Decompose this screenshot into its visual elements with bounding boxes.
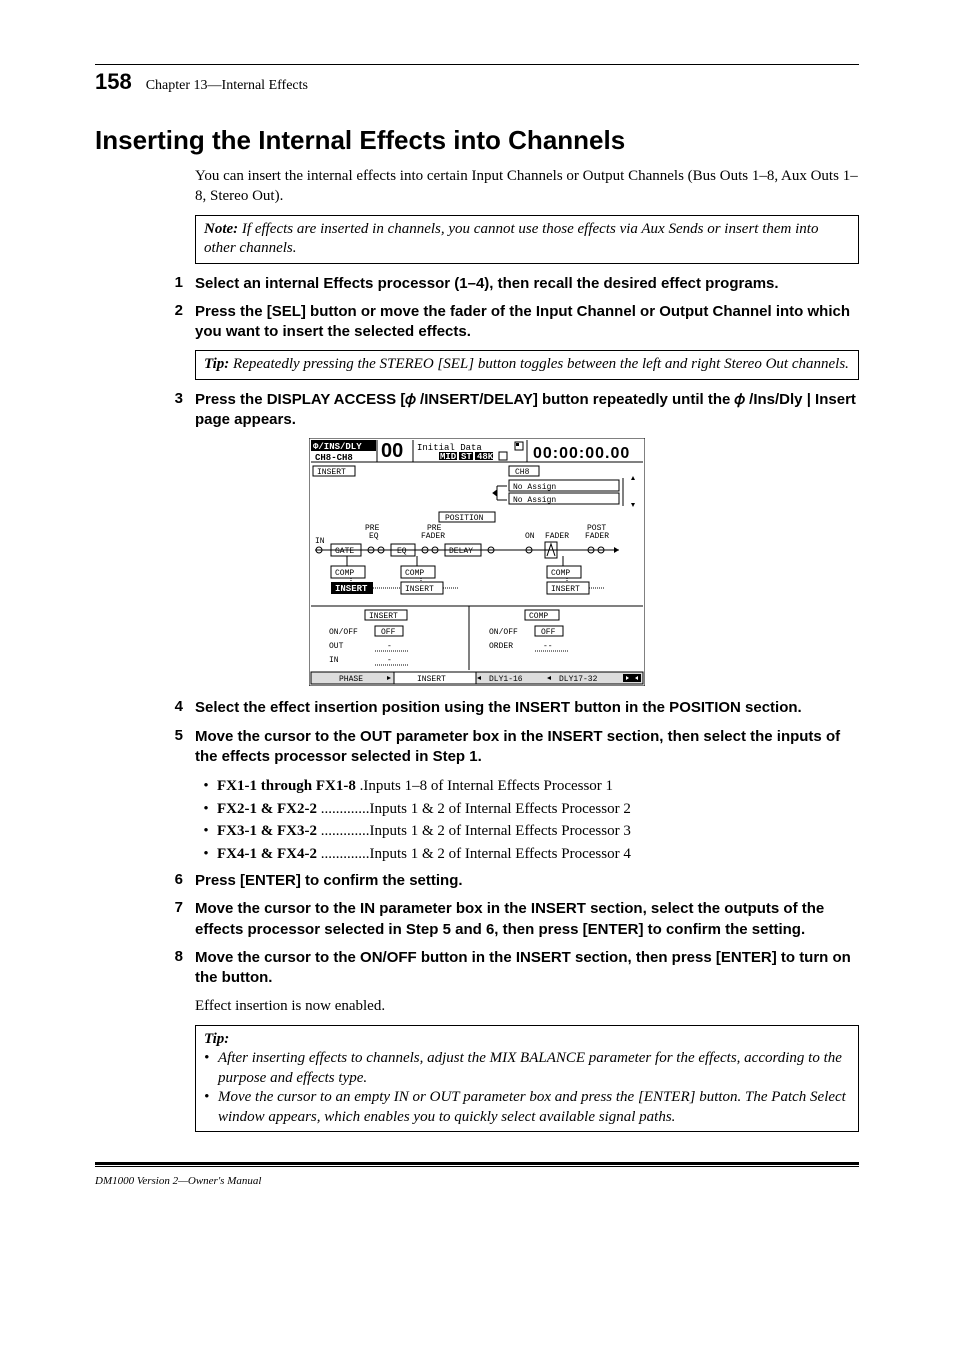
- svg-text:INSERT: INSERT: [405, 585, 434, 594]
- svg-text:IN: IN: [329, 656, 339, 665]
- svg-text:MIDI: MIDI: [440, 452, 462, 462]
- step-number: 1: [95, 274, 195, 294]
- tip-label: Tip:: [204, 1030, 850, 1050]
- svg-text:--: --: [543, 642, 553, 651]
- svg-text:48K: 48K: [477, 452, 494, 462]
- fx-line-1: •FX1-1 through FX1-8 .Inputs 1–8 of Inte…: [195, 775, 859, 798]
- svg-text:COMP: COMP: [405, 569, 424, 578]
- svg-text:OUT: OUT: [329, 642, 344, 651]
- step-number: 6: [95, 871, 195, 891]
- svg-text:FADER: FADER: [421, 532, 445, 541]
- svg-text:COMP: COMP: [551, 569, 570, 578]
- fig-tab: Φ/INS/DLY: [313, 442, 362, 452]
- step-4: 4 Select the effect insertion position u…: [95, 698, 859, 718]
- svg-text:OFF: OFF: [541, 628, 556, 637]
- header-rule: [95, 64, 859, 65]
- fx-line-4: •FX4-1 & FX4-2 .............Inputs 1 & 2…: [195, 843, 859, 866]
- step-text: Press the DISPLAY ACCESS [𝜙 /INSERT/DELA…: [195, 390, 859, 431]
- note-box: Note: If effects are inserted in channel…: [195, 215, 859, 264]
- tip-box-1: Tip: Repeatedly pressing the STEREO [SEL…: [195, 350, 859, 380]
- svg-text:FADER: FADER: [545, 532, 569, 541]
- step-number: 3: [95, 390, 195, 431]
- note-label: Note:: [204, 221, 238, 237]
- svg-text:ON/OFF: ON/OFF: [489, 628, 518, 637]
- svg-text:ON: ON: [525, 532, 535, 541]
- step-6: 6 Press [ENTER] to confirm the setting.: [95, 871, 859, 891]
- step-text-a: Press the DISPLAY ACCESS [: [195, 391, 405, 408]
- fx-line-3: •FX3-1 & FX3-2 .............Inputs 1 & 2…: [195, 820, 859, 843]
- fig-assign1: No Assign: [513, 483, 556, 492]
- tip-label: Tip:: [204, 356, 229, 372]
- section-heading: Inserting the Internal Effects into Chan…: [95, 125, 859, 156]
- step-text: Select the effect insertion position usi…: [195, 698, 859, 718]
- fig-ch-label: CH8: [515, 468, 530, 477]
- svg-text:DLY17-32: DLY17-32: [559, 675, 598, 684]
- svg-text:PHASE: PHASE: [339, 675, 363, 684]
- fig-prognum: 00: [381, 440, 403, 462]
- step-text: Move the cursor to the OUT parameter box…: [195, 727, 859, 768]
- fig-assign2: No Assign: [513, 496, 556, 505]
- step-number: 2: [95, 302, 195, 343]
- svg-text:COMP: COMP: [529, 612, 548, 621]
- step-number: 4: [95, 698, 195, 718]
- step-2: 2 Press the [SEL] button or move the fad…: [95, 302, 859, 343]
- footer-text: DM1000 Version 2—Owner's Manual: [95, 1175, 859, 1187]
- step-text: Move the cursor to the ON/OFF button in …: [195, 948, 859, 989]
- step-3: 3 Press the DISPLAY ACCESS [𝜙 /INSERT/DE…: [95, 390, 859, 431]
- step-text: Press [ENTER] to confirm the setting.: [195, 871, 859, 891]
- svg-text:INSERT: INSERT: [335, 584, 368, 594]
- page-header: 158 Chapter 13—Internal Effects: [95, 69, 859, 95]
- tip-item-2: •Move the cursor to an empty IN or OUT p…: [204, 1088, 850, 1127]
- step-text: Move the cursor to the IN parameter box …: [195, 899, 859, 940]
- page-number: 158: [95, 69, 132, 95]
- tip-text: Repeatedly pressing the STEREO [SEL] but…: [229, 356, 849, 372]
- footer-rule: [95, 1162, 859, 1167]
- note-text: If effects are inserted in channels, you…: [204, 221, 818, 257]
- svg-text:-: -: [387, 656, 392, 665]
- svg-text:COMP: COMP: [335, 569, 354, 578]
- fig-position-label: POSITION: [445, 514, 484, 523]
- svg-text:ON/OFF: ON/OFF: [329, 628, 358, 637]
- step-number: 5: [95, 727, 195, 768]
- step-text-b: /INSERT/DELAY] button repeatedly until t…: [420, 391, 734, 408]
- svg-text:DLY1-16: DLY1-16: [489, 675, 523, 684]
- svg-text:EQ: EQ: [397, 547, 407, 556]
- fig-insert-label: INSERT: [317, 468, 346, 477]
- svg-text:-: -: [387, 642, 392, 651]
- step-text: Select an internal Effects processor (1–…: [195, 274, 859, 294]
- step-5: 5 Move the cursor to the OUT parameter b…: [95, 727, 859, 768]
- phi-icon: 𝜙: [405, 391, 420, 408]
- tip-box-2: Tip: •After inserting effects to channel…: [195, 1025, 859, 1133]
- svg-text:FADER: FADER: [585, 532, 609, 541]
- tip-item-1: •After inserting effects to channels, ad…: [204, 1049, 850, 1088]
- svg-text:INSERT: INSERT: [417, 675, 446, 684]
- svg-text:GATE: GATE: [335, 547, 354, 556]
- svg-text:ORDER: ORDER: [489, 642, 513, 651]
- svg-text:INSERT: INSERT: [369, 612, 398, 621]
- chapter-title: Chapter 13—Internal Effects: [146, 78, 308, 94]
- step-7: 7 Move the cursor to the IN parameter bo…: [95, 899, 859, 940]
- fx-line-2: •FX2-1 & FX2-2 .............Inputs 1 & 2…: [195, 798, 859, 821]
- step-8: 8 Move the cursor to the ON/OFF button i…: [95, 948, 859, 989]
- intro-paragraph: You can insert the internal effects into…: [195, 166, 859, 207]
- svg-text:EQ: EQ: [369, 532, 379, 541]
- svg-text:ST: ST: [461, 452, 472, 462]
- svg-text:DELAY: DELAY: [449, 547, 473, 556]
- fig-timecode: 00:00:00.00: [533, 445, 630, 462]
- svg-text:OFF: OFF: [381, 628, 396, 637]
- step-1: 1 Select an internal Effects processor (…: [95, 274, 859, 294]
- step-number: 8: [95, 948, 195, 989]
- step-8-body: Effect insertion is now enabled.: [195, 996, 859, 1016]
- step-number: 7: [95, 899, 195, 940]
- step-text: Press the [SEL] button or move the fader…: [195, 302, 859, 343]
- svg-text:INSERT: INSERT: [551, 585, 580, 594]
- lcd-screenshot: Φ/INS/DLY CH8-CH8 00 Initial Data MIDI S…: [309, 438, 645, 686]
- svg-text:IN: IN: [315, 537, 325, 546]
- phi-icon: 𝜙: [735, 391, 750, 408]
